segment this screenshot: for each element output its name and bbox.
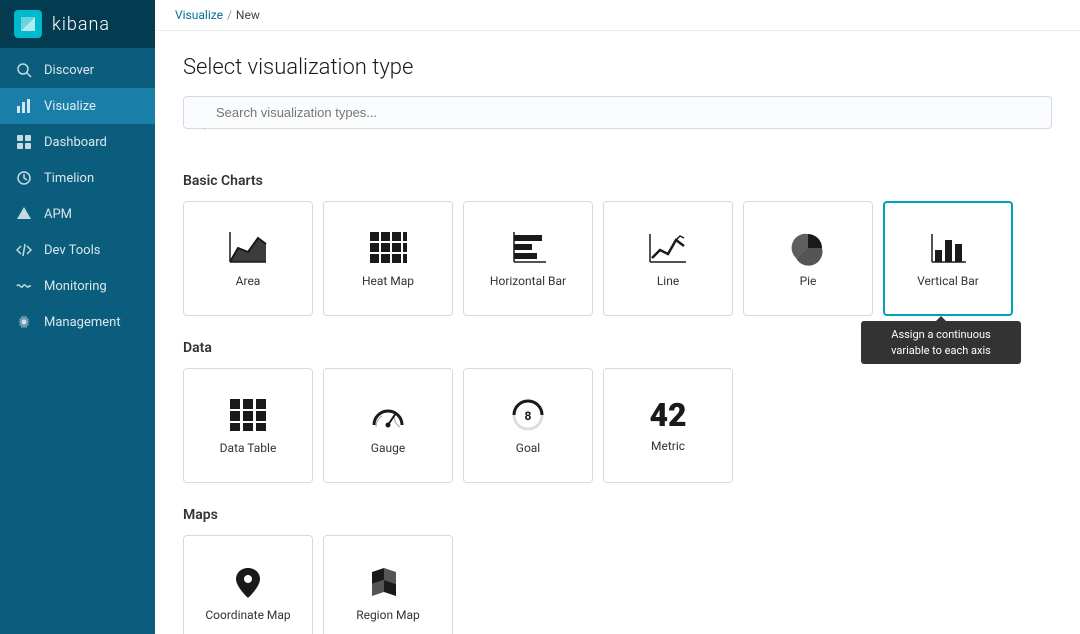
breadcrumb: Visualize / New [155, 0, 1080, 31]
heatmap-label: Heat Map [362, 274, 414, 288]
viz-card-vertical-bar[interactable]: Vertical Bar Assign a continuous variabl… [883, 201, 1013, 316]
logo-area: kibana [0, 0, 155, 48]
data-table-icon [228, 397, 268, 433]
metric-icon: 42 [649, 399, 686, 431]
viz-card-metric[interactable]: 42 Metric [603, 368, 733, 483]
coordinate-map-label: Coordinate Map [205, 608, 290, 622]
page-title: Select visualization type [183, 55, 1052, 80]
monitoring-icon [16, 278, 32, 294]
gauge-label: Gauge [371, 441, 405, 455]
goal-label: Goal [516, 441, 540, 455]
viz-card-heatmap[interactable]: Heat Map [323, 201, 453, 316]
vertical-bar-tooltip: Assign a continuous variable to each axi… [861, 321, 1021, 364]
sidebar-item-discover[interactable]: Discover [0, 52, 155, 88]
sidebar-nav: Discover Visualize Dashboar [0, 48, 155, 634]
data-table-label: Data Table [220, 441, 277, 455]
management-icon [16, 314, 32, 330]
timelion-icon [16, 170, 32, 186]
sidebar-item-dashboard[interactable]: Dashboard [0, 124, 155, 160]
sidebar-item-management[interactable]: Management [0, 304, 155, 340]
kibana-logo-text: kibana [52, 14, 110, 35]
sidebar-item-devtools[interactable]: Dev Tools [0, 232, 155, 268]
goal-icon: 8 [508, 397, 548, 433]
data-grid: Data Table Gauge [183, 368, 1052, 483]
sidebar-item-label-apm: APM [44, 207, 72, 222]
section-maps: Maps Coordinate Map [183, 507, 1052, 634]
metric-label: Metric [651, 439, 685, 453]
heatmap-icon [368, 230, 408, 266]
sidebar-item-monitoring[interactable]: Monitoring [0, 268, 155, 304]
viz-card-horizontal-bar[interactable]: Horizontal Bar [463, 201, 593, 316]
sidebar-item-label-monitoring: Monitoring [44, 279, 107, 294]
line-icon [648, 230, 688, 266]
viz-card-data-table[interactable]: Data Table [183, 368, 313, 483]
content-area: Select visualization type Basic Charts [155, 31, 1080, 634]
horizontal-bar-label: Horizontal Bar [490, 274, 566, 288]
section-label-basic-charts: Basic Charts [183, 173, 1052, 189]
viz-card-gauge[interactable]: Gauge [323, 368, 453, 483]
pie-icon [788, 230, 828, 266]
apm-icon [16, 206, 32, 222]
sidebar-item-label-timelion: Timelion [44, 171, 94, 186]
viz-card-coordinate-map[interactable]: Coordinate Map [183, 535, 313, 634]
svg-text:8: 8 [525, 409, 532, 423]
region-map-label: Region Map [356, 608, 420, 622]
sidebar-item-visualize[interactable]: Visualize [0, 88, 155, 124]
viz-card-pie[interactable]: Pie [743, 201, 873, 316]
region-map-icon [368, 564, 408, 600]
sidebar: kibana Discover Visualize [0, 0, 155, 634]
sidebar-item-label-devtools: Dev Tools [44, 243, 100, 258]
area-icon [228, 230, 268, 266]
area-label: Area [236, 274, 261, 288]
breadcrumb-visualize[interactable]: Visualize [175, 8, 223, 22]
dashboard-icon [16, 134, 32, 150]
sidebar-item-label-dashboard: Dashboard [44, 135, 107, 150]
vertical-bar-icon [928, 230, 968, 266]
breadcrumb-separator: / [227, 8, 232, 22]
sidebar-item-label-visualize: Visualize [44, 99, 96, 114]
sidebar-item-apm[interactable]: APM [0, 196, 155, 232]
gauge-icon [368, 397, 408, 433]
pie-label: Pie [800, 274, 817, 288]
section-basic-charts: Basic Charts Area [183, 173, 1052, 316]
sidebar-item-label-management: Management [44, 315, 121, 330]
sidebar-item-label-discover: Discover [44, 63, 94, 78]
sidebar-item-timelion[interactable]: Timelion [0, 160, 155, 196]
section-label-maps: Maps [183, 507, 1052, 523]
horizontal-bar-icon [508, 230, 548, 266]
coordinate-map-icon [228, 564, 268, 600]
search-wrapper [183, 96, 1052, 151]
viz-card-line[interactable]: Line [603, 201, 733, 316]
maps-grid: Coordinate Map Region Map [183, 535, 1052, 634]
viz-card-area[interactable]: Area [183, 201, 313, 316]
viz-card-goal[interactable]: 8 Goal [463, 368, 593, 483]
vertical-bar-label: Vertical Bar [917, 274, 979, 288]
viz-card-region-map[interactable]: Region Map [323, 535, 453, 634]
kibana-logo-icon [14, 10, 42, 38]
line-label: Line [657, 274, 679, 288]
main-content: Visualize / New Select visualization typ… [155, 0, 1080, 634]
search-input[interactable] [183, 96, 1052, 129]
discover-icon [16, 62, 32, 78]
visualize-icon [16, 98, 32, 114]
devtools-icon [16, 242, 32, 258]
basic-charts-grid: Area [183, 201, 1052, 316]
breadcrumb-new: New [236, 8, 260, 22]
